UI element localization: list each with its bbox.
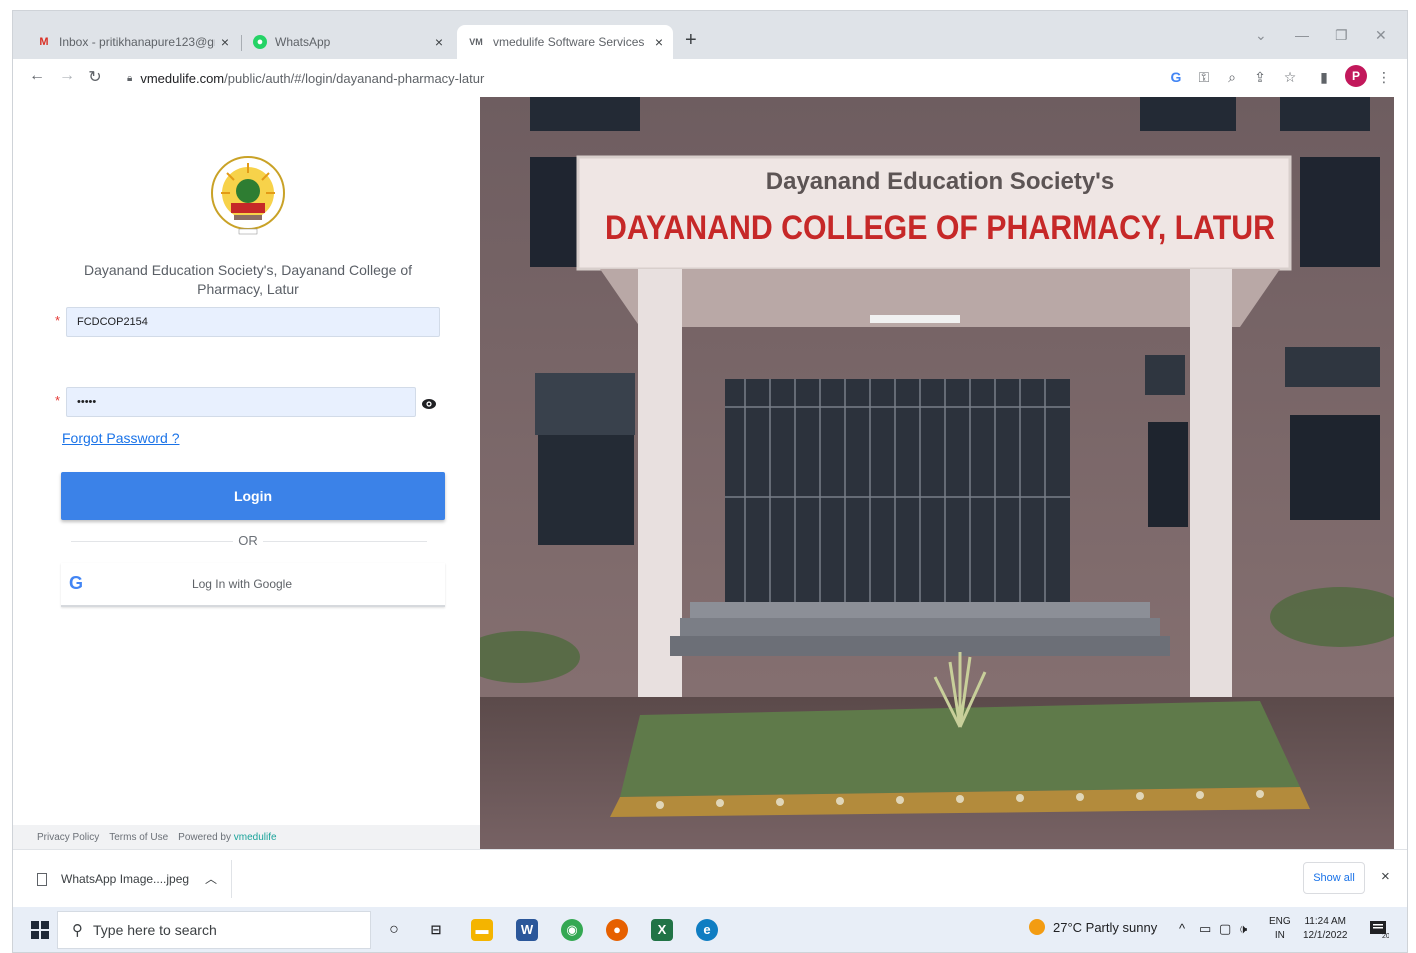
restore-icon[interactable]: ❐: [1335, 27, 1348, 44]
word-icon[interactable]: W: [516, 919, 538, 941]
close-tab-icon[interactable]: ×: [435, 34, 443, 50]
powered-by-text: Powered by vmedulife: [178, 831, 277, 843]
close-tab-icon[interactable]: ×: [655, 34, 663, 50]
url-path: /public/auth/#/login/dayanand-pharmacy-l…: [224, 70, 485, 86]
show-all-button[interactable]: Show all: [1303, 862, 1365, 894]
page-footer: Privacy Policy Terms of Use Powered by v…: [13, 825, 480, 849]
whatsapp-icon: ●: [253, 35, 267, 49]
sign-college-text: DAYANAND COLLEGE OF PHARMACY, LATUR: [605, 209, 1275, 247]
tab-title: vmedulife Software Services: [493, 35, 645, 49]
download-file-name: WhatsApp Image....jpeg: [61, 872, 190, 886]
password-input[interactable]: •••••: [66, 387, 416, 417]
tab-title: WhatsApp: [275, 35, 331, 49]
taskbar-search-input[interactable]: ⚲ Type here to search: [57, 911, 371, 949]
zoom-icon[interactable]: ⌕: [1223, 69, 1241, 86]
vmedulife-brand-link[interactable]: vmedulife: [234, 832, 277, 843]
college-building-photo: Dayanand Education Society's DAYANAND CO…: [480, 97, 1394, 849]
or-label: OR: [233, 533, 263, 548]
region-code: IN: [1274, 930, 1285, 941]
tab-gmail[interactable]: M Inbox - pritikhanapure123@gm... ×: [27, 25, 239, 59]
firefox-icon[interactable]: ●: [606, 919, 628, 941]
lock-icon: 🔒︎: [127, 72, 133, 84]
network-icon[interactable]: ▭: [1199, 921, 1211, 937]
close-tab-icon[interactable]: ×: [221, 34, 229, 50]
page-content: Dayanand Education Society's, Dayanand C…: [13, 97, 1407, 849]
weather-text: 27°C Partly sunny: [1053, 919, 1158, 935]
new-tab-icon[interactable]: +: [685, 29, 697, 52]
volume-icon[interactable]: 🕩︎: [1239, 921, 1247, 937]
edge-icon[interactable]: e: [696, 919, 718, 941]
org-name: Dayanand Education Society's, Dayanand C…: [84, 262, 412, 297]
lang-code: ENG: [1269, 916, 1291, 927]
windows-taskbar: ⚲ Type here to search ○ ⊟ ▬ W ◉ ● X e 27…: [13, 907, 1407, 952]
search-placeholder: Type here to search: [93, 922, 217, 938]
key-icon[interactable]: ⚿: [1195, 69, 1213, 86]
login-button[interactable]: Login: [61, 472, 445, 520]
display-icon[interactable]: ▢: [1219, 921, 1231, 937]
tab-vmedulife[interactable]: VM vmedulife Software Services ×: [457, 25, 673, 59]
username-input[interactable]: FCDCOP2154: [66, 307, 440, 337]
url-host: vmedulife.com: [140, 70, 225, 86]
minimize-icon[interactable]: —: [1295, 27, 1309, 43]
terms-link[interactable]: Terms of Use: [109, 832, 168, 843]
google-login-button[interactable]: G Log In with Google: [61, 563, 445, 607]
address-bar[interactable]: 🔒︎ vmedulife.com /public/auth/#/login/da…: [119, 63, 1159, 93]
weather-widget[interactable]: 27°C Partly sunny: [1029, 919, 1157, 935]
tab-whatsapp[interactable]: ● WhatsApp ×: [243, 25, 453, 59]
google-translate-icon[interactable]: G: [1167, 69, 1185, 85]
cortana-icon[interactable]: ○: [383, 919, 405, 941]
required-mark: *: [55, 313, 61, 328]
clock-date: 12/1/2022: [1303, 930, 1348, 941]
file-explorer-icon[interactable]: ▬: [471, 919, 493, 941]
tab-strip: M Inbox - pritikhanapure123@gm... × ● Wh…: [13, 11, 1407, 59]
forward-icon[interactable]: →: [57, 67, 77, 85]
language-indicator[interactable]: ENG IN: [1269, 915, 1291, 943]
bookmark-star-icon[interactable]: ☆: [1281, 69, 1299, 86]
building-illustration: Dayanand Education Society's DAYANAND CO…: [480, 97, 1394, 849]
excel-icon[interactable]: X: [651, 919, 673, 941]
close-download-bar-icon[interactable]: ×: [1381, 868, 1390, 885]
tab-title: Inbox - pritikhanapure123@gm...: [59, 35, 215, 49]
tab-search-icon[interactable]: ⌄: [1255, 27, 1267, 44]
reload-icon[interactable]: ↻: [85, 67, 105, 87]
screenshot-frame: M Inbox - pritikhanapure123@gm... × ● Wh…: [0, 0, 1416, 953]
tab-separator: [241, 35, 242, 51]
clock-time: 11:24 AM: [1304, 916, 1346, 927]
profile-avatar[interactable]: P: [1345, 65, 1367, 87]
sign-society-text: Dayanand Education Society's: [766, 168, 1114, 195]
menu-kebab-icon[interactable]: ⋮: [1375, 69, 1393, 86]
search-icon: ⚲: [72, 922, 83, 939]
windows-start-icon[interactable]: [31, 921, 49, 939]
college-logo: [211, 156, 285, 235]
notification-count: 20: [1382, 933, 1389, 939]
forgot-password-link[interactable]: Forgot Password ?: [62, 430, 180, 446]
weather-sun-icon: [1029, 919, 1045, 935]
gmail-icon: M: [39, 36, 49, 48]
notification-icon[interactable]: 20: [1369, 919, 1389, 939]
download-separator: [231, 860, 232, 898]
browser-window: M Inbox - pritikhanapure123@gm... × ● Wh…: [12, 10, 1408, 953]
close-window-icon[interactable]: ✕: [1375, 27, 1387, 44]
side-panel-icon[interactable]: ▮: [1315, 69, 1333, 86]
chevron-up-icon[interactable]: ︿: [205, 870, 217, 887]
browser-toolbar: ← → ↻ 🔒︎ vmedulife.com /public/auth/#/lo…: [13, 59, 1407, 97]
vmedulife-icon: VM: [469, 37, 483, 47]
download-item[interactable]: WhatsApp Image....jpeg: [37, 872, 189, 886]
required-mark: *: [55, 393, 61, 408]
task-view-icon[interactable]: ⊟: [425, 919, 447, 941]
eye-icon[interactable]: [421, 397, 437, 411]
back-icon[interactable]: ←: [27, 67, 47, 85]
system-clock[interactable]: 11:24 AM 12/1/2022: [1303, 915, 1348, 943]
google-login-label: Log In with Google: [191, 577, 293, 591]
login-panel: Dayanand Education Society's, Dayanand C…: [13, 97, 480, 849]
download-bar: WhatsApp Image....jpeg ︿ Show all ×: [13, 849, 1407, 907]
privacy-link[interactable]: Privacy Policy: [37, 832, 99, 843]
tray-overflow-icon[interactable]: ^: [1179, 921, 1185, 936]
image-file-icon: [37, 872, 47, 886]
share-icon[interactable]: ⇪: [1251, 69, 1269, 86]
chrome-icon[interactable]: ◉: [561, 919, 583, 941]
